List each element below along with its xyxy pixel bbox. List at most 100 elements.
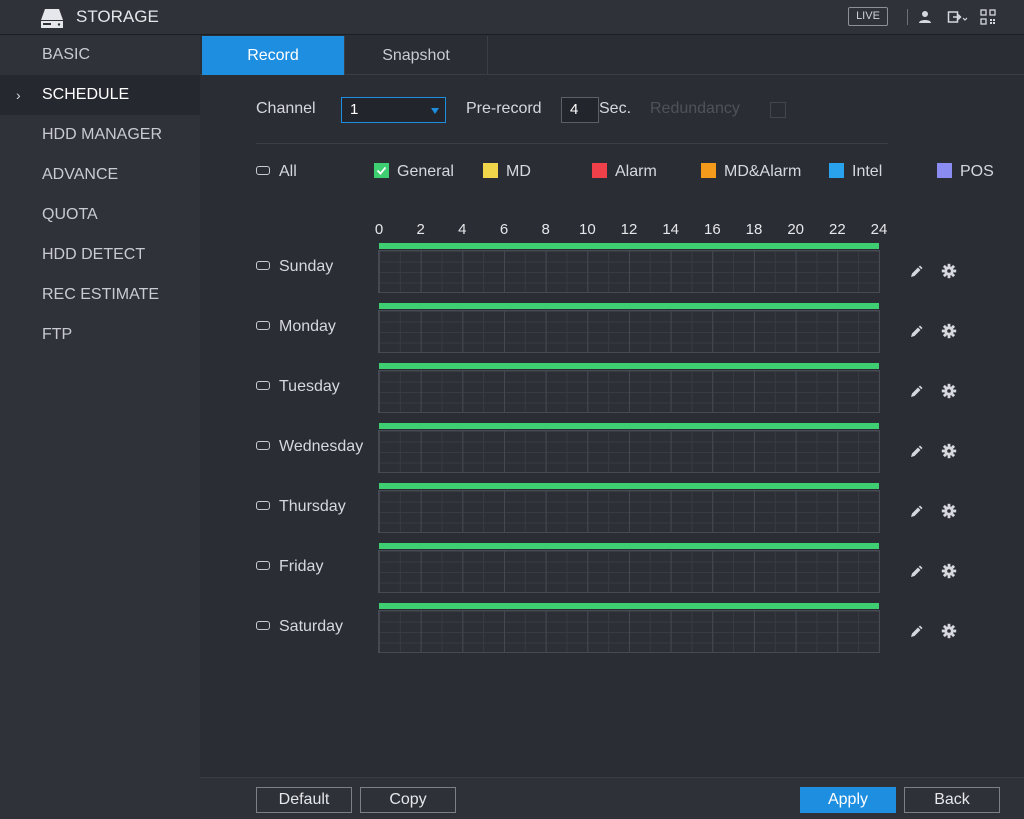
hour-tick-label: 24 bbox=[870, 221, 888, 238]
day-toggle-monday[interactable]: Monday bbox=[256, 318, 336, 336]
day-toggle-thursday[interactable]: Thursday bbox=[256, 498, 346, 516]
day-toggle-tuesday[interactable]: Tuesday bbox=[256, 378, 340, 396]
hour-tick-label: 10 bbox=[578, 221, 596, 238]
general-checkbox-icon bbox=[374, 163, 389, 178]
timeline-grid[interactable] bbox=[378, 250, 880, 293]
legend-alarm[interactable]: Alarm bbox=[592, 163, 657, 183]
timeline-sunday[interactable] bbox=[378, 243, 880, 293]
chevron-right-icon: › bbox=[16, 87, 21, 103]
user-icon[interactable] bbox=[917, 9, 933, 25]
pencil-icon[interactable] bbox=[908, 264, 924, 280]
day-toggle-wednesday[interactable]: Wednesday bbox=[256, 438, 363, 456]
timeline-tuesday[interactable] bbox=[378, 363, 880, 413]
sidebar-item-schedule[interactable]: › SCHEDULE bbox=[0, 75, 200, 115]
prerecord-input[interactable]: 4 bbox=[561, 97, 599, 123]
gear-icon[interactable] bbox=[941, 443, 957, 459]
legend-md[interactable]: MD bbox=[483, 163, 531, 183]
channel-value: 1 bbox=[350, 101, 359, 118]
sidebar-item-advance[interactable]: ADVANCE bbox=[0, 155, 200, 195]
general-record-period bbox=[379, 363, 879, 369]
timeline-grid[interactable] bbox=[378, 610, 880, 653]
hour-tick-label: 6 bbox=[499, 221, 509, 238]
sidebar-item-hdd-detect[interactable]: HDD DETECT bbox=[0, 235, 200, 275]
logout-icon[interactable] bbox=[947, 9, 969, 25]
channel-select[interactable]: 1 bbox=[341, 97, 446, 123]
prerecord-unit: Sec. bbox=[599, 100, 632, 117]
legend-md-alarm[interactable]: MD&Alarm bbox=[701, 163, 801, 183]
sidebar-item-hdd-manager[interactable]: HDD MANAGER bbox=[0, 115, 200, 155]
gear-icon[interactable] bbox=[941, 623, 957, 639]
timeline-grid[interactable] bbox=[378, 430, 880, 473]
divider bbox=[256, 143, 888, 144]
pencil-icon[interactable] bbox=[908, 324, 924, 340]
main-panel: Record Snapshot Channel 1 Pre-record 4 S… bbox=[200, 35, 1024, 819]
hour-tick-label: 4 bbox=[458, 221, 467, 238]
pencil-icon[interactable] bbox=[908, 624, 924, 640]
day-toggle-friday[interactable]: Friday bbox=[256, 558, 323, 576]
hour-tick-label: 16 bbox=[703, 221, 721, 238]
hour-tick-label: 14 bbox=[662, 221, 679, 238]
day-toggle-icon bbox=[256, 501, 270, 510]
sidebar-item-ftp[interactable]: FTP bbox=[0, 315, 200, 355]
day-toggle-saturday[interactable]: Saturday bbox=[256, 618, 343, 636]
timeline-grid[interactable] bbox=[378, 490, 880, 533]
tab-snapshot[interactable]: Snapshot bbox=[345, 36, 488, 75]
pencil-icon[interactable] bbox=[908, 444, 924, 460]
hour-tick-label: 12 bbox=[620, 221, 638, 238]
apply-button[interactable]: Apply bbox=[800, 787, 896, 813]
legend-all[interactable]: All bbox=[256, 163, 297, 183]
pos-swatch bbox=[937, 163, 952, 178]
general-record-period bbox=[379, 603, 879, 609]
default-button[interactable]: Default bbox=[256, 787, 352, 813]
timeline-monday[interactable] bbox=[378, 303, 880, 353]
gear-icon[interactable] bbox=[941, 383, 957, 399]
pencil-icon[interactable] bbox=[908, 384, 924, 400]
day-toggle-icon bbox=[256, 261, 270, 270]
general-record-period bbox=[379, 423, 879, 429]
hour-tick-label: 18 bbox=[745, 221, 763, 238]
timeline-thursday[interactable] bbox=[378, 483, 880, 533]
qr-code-icon[interactable] bbox=[980, 9, 996, 25]
timeline-friday[interactable] bbox=[378, 543, 880, 593]
day-toggle-icon bbox=[256, 381, 270, 390]
general-record-period bbox=[379, 303, 879, 309]
md-alarm-swatch bbox=[701, 163, 716, 178]
hour-tick-label: 8 bbox=[541, 221, 550, 238]
redundancy-checkbox[interactable] bbox=[770, 102, 786, 118]
live-button[interactable]: LIVE bbox=[848, 7, 888, 26]
sidebar-item-quota[interactable]: QUOTA bbox=[0, 195, 200, 235]
timeline-saturday[interactable] bbox=[378, 603, 880, 653]
hour-tick-label: 20 bbox=[787, 221, 804, 238]
legend-intel[interactable]: Intel bbox=[829, 163, 882, 183]
timeline-grid[interactable] bbox=[378, 310, 880, 353]
intel-swatch bbox=[829, 163, 844, 178]
general-record-period bbox=[379, 543, 879, 549]
gear-icon[interactable] bbox=[941, 263, 957, 279]
sidebar-item-rec-estimate[interactable]: REC ESTIMATE bbox=[0, 275, 200, 315]
copy-button[interactable]: Copy bbox=[360, 787, 456, 813]
chevron-down-icon bbox=[431, 108, 439, 114]
redundancy-label: Redundancy bbox=[650, 100, 740, 117]
general-record-period bbox=[379, 483, 879, 489]
pencil-icon[interactable] bbox=[908, 564, 924, 580]
timeline-grid[interactable] bbox=[378, 550, 880, 593]
legend-general[interactable]: General bbox=[374, 163, 454, 183]
general-record-period bbox=[379, 243, 879, 249]
gear-icon[interactable] bbox=[941, 503, 957, 519]
gear-icon[interactable] bbox=[941, 563, 957, 579]
legend-pos[interactable]: POS bbox=[937, 163, 994, 183]
tab-record[interactable]: Record bbox=[202, 36, 345, 75]
toolbar-divider bbox=[907, 9, 908, 25]
channel-label: Channel bbox=[256, 100, 316, 117]
day-toggle-sunday[interactable]: Sunday bbox=[256, 258, 333, 276]
timeline-wednesday[interactable] bbox=[378, 423, 880, 473]
sidebar-item-basic[interactable]: BASIC bbox=[0, 35, 200, 75]
hour-tick-label: 2 bbox=[416, 221, 425, 238]
title-bar: STORAGE LIVE bbox=[0, 0, 1024, 35]
back-button[interactable]: Back bbox=[904, 787, 1000, 813]
timeline-grid[interactable] bbox=[378, 370, 880, 413]
gear-icon[interactable] bbox=[941, 323, 957, 339]
md-swatch bbox=[483, 163, 498, 178]
day-toggle-icon bbox=[256, 561, 270, 570]
pencil-icon[interactable] bbox=[908, 504, 924, 520]
